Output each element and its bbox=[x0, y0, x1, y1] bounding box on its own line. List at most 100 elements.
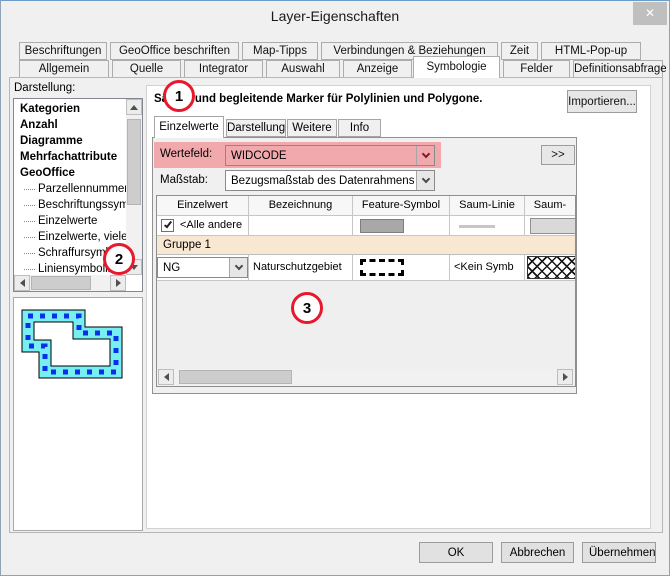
inner-tab-einzelwerte[interactable]: Einzelwerte bbox=[154, 116, 224, 138]
light-gray-rect-swatch[interactable] bbox=[530, 218, 575, 234]
check-icon bbox=[163, 220, 171, 229]
tree-connector bbox=[24, 221, 35, 222]
column-header-saum-linie: Saum-Linie bbox=[450, 196, 525, 215]
dialog-title: Layer-Eigenschaften bbox=[271, 8, 399, 24]
list-item-beschriftungssymbolik[interactable]: Beschriftungssymb bbox=[14, 197, 126, 213]
close-button[interactable]: ✕ bbox=[633, 2, 667, 25]
layer-properties-dialog: Layer-Eigenschaften ✕ Beschriftungen Geo… bbox=[0, 0, 670, 576]
scroll-up-icon bbox=[130, 105, 138, 110]
polygon-preview-image bbox=[18, 306, 138, 386]
ok-button[interactable]: OK bbox=[419, 542, 493, 563]
scroll-up-button[interactable] bbox=[126, 99, 142, 115]
tab-auswahl[interactable]: Auswahl bbox=[266, 60, 340, 78]
wertefeld-dropdown-button[interactable] bbox=[416, 146, 434, 165]
gray-rect-swatch[interactable] bbox=[360, 219, 404, 233]
ng-value: NG bbox=[158, 262, 229, 274]
table-header-row: Einzelwert Bezeichnung Feature-Symbol Sa… bbox=[157, 196, 575, 216]
list-item-diagramme[interactable]: Diagramme bbox=[14, 133, 126, 149]
annotation-circle-2: 2 bbox=[103, 243, 135, 275]
annotation-circle-3: 3 bbox=[291, 292, 323, 324]
list-item-einzelwerte[interactable]: Einzelwerte bbox=[14, 213, 126, 229]
saum-linie-cell: <Kein Symb bbox=[450, 261, 514, 273]
table-horizontal-scrollbar[interactable] bbox=[157, 369, 575, 386]
inner-tab-weitere[interactable]: Weitere bbox=[287, 119, 337, 137]
list-item-anzahl[interactable]: Anzahl bbox=[14, 117, 126, 133]
tab-definitionsabfrage[interactable]: Definitionsabfrage bbox=[573, 60, 663, 78]
bezeichnung-cell: Naturschutzgebiet bbox=[249, 261, 342, 273]
symbol-preview-panel bbox=[13, 297, 143, 531]
close-icon: ✕ bbox=[645, 6, 655, 20]
list-item-einzelwerte-viele[interactable]: Einzelwerte, viele bbox=[14, 229, 126, 245]
table-row-all-other-values: <Alle andere bbox=[157, 216, 575, 236]
scroll-left-button[interactable] bbox=[158, 369, 174, 385]
bezeichnung-cell bbox=[249, 216, 353, 235]
list-item-geooffice[interactable]: GeoOffice bbox=[14, 165, 126, 181]
tab-map-tipps[interactable]: Map-Tipps bbox=[242, 42, 318, 60]
list-horizontal-scrollbar[interactable] bbox=[14, 275, 126, 291]
scroll-left-icon bbox=[20, 279, 25, 287]
list-item-kategorien[interactable]: Kategorien bbox=[14, 101, 126, 117]
table-row-naturschutzgebiet: NG Naturschutzgebiet <Kein Symb bbox=[157, 255, 575, 281]
tree-connector bbox=[24, 253, 35, 254]
tab-felder[interactable]: Felder bbox=[503, 60, 570, 78]
tree-connector bbox=[24, 269, 35, 270]
title-bar: Layer-Eigenschaften bbox=[1, 1, 669, 31]
column-header-einzelwert: Einzelwert bbox=[157, 196, 249, 215]
horizontal-scroll-thumb[interactable] bbox=[31, 276, 91, 290]
gray-line-swatch[interactable] bbox=[459, 225, 495, 228]
scroll-right-button[interactable] bbox=[110, 275, 126, 291]
chevron-down-icon bbox=[421, 175, 429, 183]
tab-symbologie[interactable]: Symbologie bbox=[413, 56, 500, 78]
einzelwerte-tab-body: Wertefeld: WIDCODE >> Maßstab: Bezugsmaß… bbox=[152, 137, 577, 394]
all-other-values-checkbox[interactable] bbox=[161, 219, 174, 232]
symbology-content-panel: Säume und begleitende Marker für Polylin… bbox=[146, 85, 651, 529]
values-table: Einzelwert Bezeichnung Feature-Symbol Sa… bbox=[156, 195, 576, 387]
tab-beschriftungen[interactable]: Beschriftungen bbox=[19, 42, 107, 60]
list-item-mehrfachattribute[interactable]: Mehrfachattribute bbox=[14, 149, 126, 165]
inner-tab-darstellung[interactable]: Darstellung bbox=[226, 119, 286, 137]
wertefeld-value: WIDCODE bbox=[226, 150, 416, 162]
list-item-parzellennummern[interactable]: Parzellennummern bbox=[14, 181, 126, 197]
scroll-right-icon bbox=[116, 279, 121, 287]
tab-quelle[interactable]: Quelle bbox=[112, 60, 181, 78]
vertical-scroll-thumb[interactable] bbox=[127, 119, 141, 205]
tab-geooffice-beschriften[interactable]: GeoOffice beschriften bbox=[110, 42, 239, 60]
horizontal-scroll-thumb[interactable] bbox=[179, 370, 292, 384]
tree-connector bbox=[24, 237, 35, 238]
darstellung-label: Darstellung: bbox=[14, 82, 75, 94]
tab-anzeige[interactable]: Anzeige bbox=[343, 60, 412, 78]
einzelwert-cell: <Alle andere bbox=[176, 216, 242, 235]
table-group-row: Gruppe 1 bbox=[157, 236, 575, 255]
scroll-right-icon bbox=[563, 373, 568, 381]
scroll-left-button[interactable] bbox=[14, 275, 30, 291]
tab-html-pop-up[interactable]: HTML-Pop-up bbox=[541, 42, 641, 60]
tab-integrator[interactable]: Integrator bbox=[184, 60, 263, 78]
apply-button[interactable]: Übernehmen bbox=[582, 542, 656, 563]
annotation-circle-1: 1 bbox=[163, 80, 195, 112]
tab-zeit[interactable]: Zeit bbox=[501, 42, 538, 60]
chevron-down-icon bbox=[234, 262, 242, 270]
cancel-button[interactable]: Abbrechen bbox=[501, 542, 574, 563]
column-header-feature-symbol: Feature-Symbol bbox=[353, 196, 450, 215]
scroll-left-icon bbox=[164, 373, 169, 381]
tab-allgemein[interactable]: Allgemein bbox=[19, 60, 109, 78]
scroll-right-button[interactable] bbox=[557, 369, 573, 385]
inner-tab-info[interactable]: Info bbox=[338, 119, 381, 137]
wertefeld-label: Wertefeld: bbox=[160, 148, 212, 160]
chevron-down-icon bbox=[421, 150, 429, 158]
ng-dropdown-button[interactable] bbox=[229, 258, 247, 277]
massstab-dropdown[interactable]: Bezugsmaßstab des Datenrahmens bbox=[225, 170, 435, 191]
wertefeld-dropdown[interactable]: WIDCODE bbox=[225, 145, 435, 166]
massstab-dropdown-button[interactable] bbox=[416, 171, 434, 190]
crosshatch-swatch[interactable] bbox=[527, 256, 575, 279]
black-dashed-rect-swatch[interactable] bbox=[360, 259, 404, 276]
massstab-label: Maßstab: bbox=[160, 174, 208, 186]
expand-button[interactable]: >> bbox=[541, 145, 575, 165]
tree-connector bbox=[24, 205, 35, 206]
einzelwert-ng-dropdown[interactable]: NG bbox=[157, 257, 248, 278]
inner-tab-control: Einzelwerte Darstellung Weitere Info Wer… bbox=[152, 116, 577, 394]
column-header-bezeichnung: Bezeichnung bbox=[249, 196, 353, 215]
massstab-value: Bezugsmaßstab des Datenrahmens bbox=[226, 175, 416, 187]
import-button[interactable]: Importieren... bbox=[567, 90, 637, 113]
panel-header-text: Säume und begleitende Marker für Polylin… bbox=[154, 93, 482, 105]
